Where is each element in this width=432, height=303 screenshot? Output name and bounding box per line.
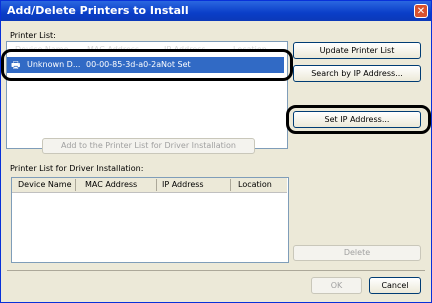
delete-button[interactable]: Delete xyxy=(293,245,421,261)
update-printer-list-button[interactable]: Update Printer List xyxy=(293,42,421,59)
column-separator[interactable] xyxy=(156,179,157,191)
add-to-driver-list-button[interactable]: Add to the Printer List for Driver Insta… xyxy=(42,138,255,154)
close-icon[interactable]: ✕ xyxy=(414,4,428,18)
col-ip-address[interactable]: IP Address xyxy=(162,180,204,189)
divider xyxy=(7,270,425,271)
set-ip-highlight xyxy=(286,105,431,134)
col-location[interactable]: Location xyxy=(238,180,272,189)
column-separator[interactable] xyxy=(230,179,231,191)
driver-list-label: Printer List for Driver Installation: xyxy=(10,164,144,173)
search-by-ip-button[interactable]: Search by IP Address... xyxy=(293,65,421,82)
driver-list-header: Device Name MAC Address IP Address Locat… xyxy=(12,178,287,193)
selected-printer-highlight xyxy=(1,49,293,81)
printer-list-label: Printer List: xyxy=(10,31,56,40)
cancel-button[interactable]: Cancel xyxy=(369,277,421,294)
add-delete-printers-dialog: Add/Delete Printers to Install ✕ Printer… xyxy=(0,0,432,303)
col-mac-address[interactable]: MAC Address xyxy=(85,180,137,189)
col-device-name[interactable]: Device Name xyxy=(18,180,72,189)
title-bar: Add/Delete Printers to Install ✕ xyxy=(1,1,431,21)
dialog-title: Add/Delete Printers to Install xyxy=(7,4,189,17)
ok-button[interactable]: OK xyxy=(311,277,362,294)
column-separator[interactable] xyxy=(75,179,76,191)
